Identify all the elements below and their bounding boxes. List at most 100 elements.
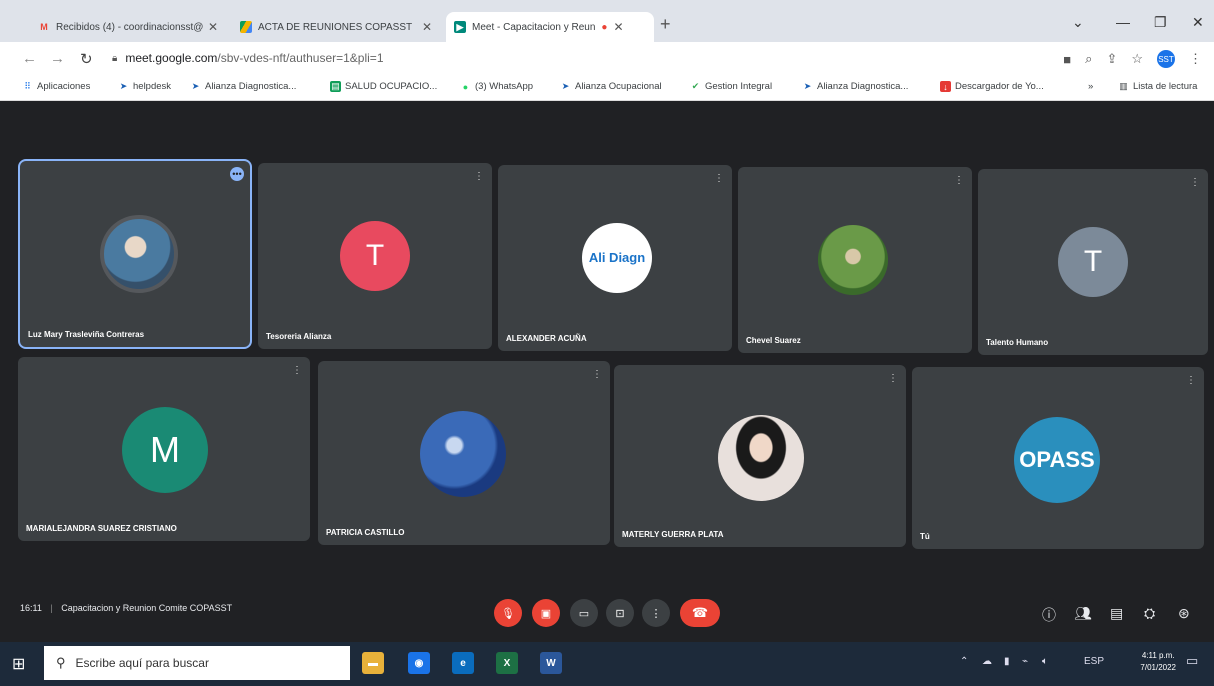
bookmark-item[interactable]: ➤ Alianza Ocupacional <box>560 81 662 92</box>
volume-icon[interactable]: 🔈︎ <box>1042 656 1048 667</box>
more-options-icon[interactable]: ⋮ <box>592 369 602 380</box>
more-options-icon[interactable]: ⋮ <box>1186 375 1196 386</box>
reload-icon[interactable]: ↻ <box>80 50 93 68</box>
captions-button[interactable]: ▭ <box>570 599 598 627</box>
file-explorer-icon[interactable]: ▬ <box>362 652 384 674</box>
present-button[interactable]: ⊡ <box>606 599 634 627</box>
close-window-icon[interactable]: ✕ <box>1192 14 1204 31</box>
network-icon[interactable]: ⌁ <box>1022 656 1028 667</box>
more-options-button[interactable]: ⋮ <box>642 599 670 627</box>
participant-photo <box>718 415 804 501</box>
activities-icon[interactable]: ⛭ <box>1144 605 1155 622</box>
participant-name: PATRICIA CASTILLO <box>326 528 405 537</box>
participant-tile[interactable]: ⋮ T Tesoreria Alianza <box>258 163 492 349</box>
bookmark-label: Alianza Diagnostica... <box>205 81 297 92</box>
leave-call-button[interactable]: ☎︎ <box>680 599 720 627</box>
bookmark-star-icon[interactable]: ☆ <box>1131 51 1143 67</box>
tab-drive[interactable]: ACTA DE REUNIONES COPASST ✕ <box>232 12 440 42</box>
more-options-icon[interactable]: ⋮ <box>954 175 964 186</box>
gmail-icon: M <box>40 22 48 32</box>
share-icon[interactable]: ⇪ <box>1106 51 1117 67</box>
present-screen-icon: ⊡ <box>615 607 625 620</box>
more-options-icon[interactable]: ⋮ <box>888 373 898 384</box>
browser-menu-icon[interactable]: ⋮ <box>1189 51 1202 67</box>
address-bar-row: ← → ↻ 🔒︎ meet.google.com /sbv-vdes-nft/a… <box>0 42 1214 74</box>
chat-icon[interactable]: ▤ <box>1110 605 1123 622</box>
participant-logo: Ali Diagn <box>582 223 652 293</box>
zoom-icon[interactable]: ⌕ <box>1085 51 1092 67</box>
close-tab-icon[interactable]: ✕ <box>613 20 623 34</box>
captions-icon: ▭ <box>578 607 590 620</box>
more-options-icon[interactable]: ⋮ <box>474 171 484 182</box>
bookmark-item[interactable]: ● (3) WhatsApp <box>460 81 533 92</box>
clock-time: 4:11 p.m. <box>1141 651 1175 660</box>
participant-tile[interactable]: ⋮ Ali Diagn ALEXANDER ACUÑA <box>498 165 732 351</box>
participant-name: MATERLY GUERRA PLATA <box>622 530 724 539</box>
new-tab-plus-icon[interactable]: + <box>660 14 671 35</box>
address-bar-actions: ■ ⌕ ⇪ ☆ SST ⋮ <box>1063 50 1202 68</box>
participant-name: Chevel Suarez <box>746 336 801 345</box>
meeting-info-icon[interactable]: ⓘ <box>1042 605 1056 625</box>
back-arrow-icon[interactable]: ← <box>22 50 37 67</box>
participant-tile[interactable]: ⋮ M MARIALEJANDRA SUAREZ CRISTIANO <box>18 357 310 541</box>
participant-tile[interactable]: ⋮ T Talento Humano <box>978 169 1208 355</box>
participant-name: Talento Humano <box>986 338 1049 347</box>
tab-search-chevron-icon[interactable]: ⌄ <box>1072 14 1084 31</box>
bookmark-item[interactable]: ⠿ Aplicaciones <box>22 81 90 92</box>
bookmark-item[interactable]: ↓ Descargador de Yo... <box>940 81 1044 92</box>
host-controls-icon[interactable]: ⊛ <box>1178 605 1190 622</box>
onedrive-icon[interactable]: ☁ <box>982 656 992 667</box>
minimize-icon[interactable]: — <box>1116 14 1130 30</box>
more-options-icon[interactable]: ••• <box>230 167 244 181</box>
excel-icon[interactable]: X <box>496 652 518 674</box>
close-tab-icon[interactable]: ✕ <box>422 20 432 34</box>
participant-tile[interactable]: ⋮ MATERLY GUERRA PLATA <box>614 365 906 547</box>
mic-off-button[interactable]: 🎙︎ <box>494 599 522 627</box>
more-options-icon[interactable]: ⋮ <box>1190 177 1200 188</box>
tray-chevron-icon[interactable]: ⌃ <box>960 656 968 667</box>
participant-tile[interactable]: ••• Luz Mary Trasleviña Contreras <box>20 161 250 347</box>
participant-tile[interactable]: ⋮ PATRICIA CASTILLO <box>318 361 610 545</box>
bookmark-item[interactable]: ▤ SALUD OCUPACIO... <box>330 81 437 92</box>
reading-list[interactable]: ▥ Lista de lectura <box>1118 81 1197 92</box>
bookmark-item[interactable]: ➤ Alianza Diagnostica... <box>190 81 297 92</box>
participant-logo: OPASS <box>1014 417 1100 503</box>
logo-text: OPASS <box>1019 447 1095 472</box>
battery-icon[interactable]: ▮ <box>1004 656 1010 667</box>
profile-avatar[interactable]: SST <box>1157 50 1175 68</box>
bookmark-item[interactable]: ✔ Gestion Integral <box>690 81 772 92</box>
url-input[interactable]: 🔒︎ meet.google.com /sbv-vdes-nft/authuse… <box>112 47 1032 69</box>
restore-icon[interactable]: ❐ <box>1154 14 1167 31</box>
forward-arrow-icon[interactable]: → <box>50 50 65 67</box>
bookmark-label: (3) WhatsApp <box>475 81 534 92</box>
tab-label: Recibidos (4) - coordinacionsst@ <box>56 21 204 33</box>
bird-icon: ➤ <box>803 81 812 91</box>
camera-icon[interactable]: ■ <box>1063 52 1071 67</box>
participant-name: MARIALEJANDRA SUAREZ CRISTIANO <box>26 524 177 533</box>
notifications-icon[interactable]: ▭ <box>1186 653 1198 669</box>
bookmark-item[interactable]: ➤ helpdesk <box>118 81 171 92</box>
meet-stage: ••• Luz Mary Trasleviña Contreras ⋮ T Te… <box>0 101 1214 642</box>
language-indicator[interactable]: ESP <box>1084 656 1104 667</box>
participant-name: Luz Mary Trasleviña Contreras <box>28 330 145 339</box>
more-options-icon[interactable]: ⋮ <box>292 365 302 376</box>
taskbar-search-input[interactable]: ⚲ Escribe aquí para buscar <box>44 646 350 680</box>
more-options-icon[interactable]: ⋮ <box>714 173 724 184</box>
windows-taskbar: ⊞ ⚲ Escribe aquí para buscar ▬ ◉ e X W ⌃… <box>0 642 1214 686</box>
windows-start-icon[interactable]: ⊞ <box>12 654 25 674</box>
edge-icon[interactable]: e <box>452 652 474 674</box>
tab-gmail[interactable]: M Recibidos (4) - coordinacionsst@ ✕ <box>30 12 226 42</box>
camera-off-button[interactable]: ▣ <box>532 599 560 627</box>
chrome-icon[interactable]: ◉ <box>408 652 430 674</box>
close-tab-icon[interactable]: ✕ <box>208 20 218 34</box>
word-icon[interactable]: W <box>540 652 562 674</box>
system-clock[interactable]: 4:11 p.m. 7/01/2022 <box>1140 650 1176 674</box>
whatsapp-icon: ● <box>462 81 469 92</box>
more-bookmarks-icon[interactable]: » <box>1088 81 1093 92</box>
bookmark-item[interactable]: ➤ Alianza Diagnostica... <box>802 81 909 92</box>
tab-meet[interactable]: ▶ Meet - Capacitacion y Reun ● ✕ <box>446 12 654 42</box>
participant-tile[interactable]: ⋮ Chevel Suarez <box>738 167 972 353</box>
url-path: /sbv-vdes-nft/authuser=1&pli=1 <box>217 51 384 65</box>
people-icon[interactable]: 👥︎ <box>1074 605 1092 622</box>
participant-tile[interactable]: ⋮ OPASS Tú <box>912 367 1204 549</box>
